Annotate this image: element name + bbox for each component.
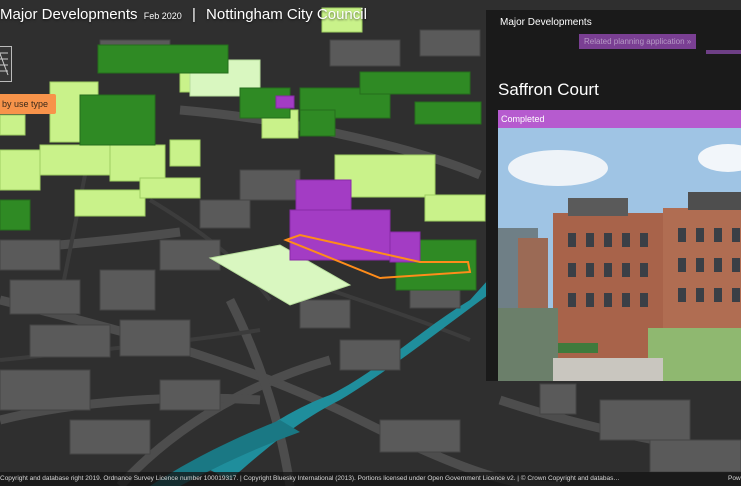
title-separator: | bbox=[191, 6, 196, 23]
status-badge: Completed bbox=[498, 110, 741, 128]
layers-icon[interactable] bbox=[0, 46, 12, 82]
page-title: Major Developments Feb 2020 | Nottingham… bbox=[0, 6, 367, 23]
council-name: Nottingham City Council bbox=[206, 6, 367, 23]
development-info-panel: Major Developments Related planning appl… bbox=[486, 10, 741, 381]
by-use-type-button[interactable]: by use type bbox=[0, 94, 57, 114]
related-planning-application-button[interactable]: Related planning application » bbox=[579, 34, 697, 49]
title-date: Feb 2020 bbox=[143, 11, 182, 21]
map-attribution-footer: Copyright and database right 2019. Ordna… bbox=[0, 472, 741, 486]
development-name: Saffron Court bbox=[498, 80, 599, 99]
panel-title: Major Developments bbox=[500, 17, 592, 28]
development-photo bbox=[498, 128, 741, 381]
app-title: Major Developments bbox=[0, 6, 138, 23]
panel-accent-bar bbox=[706, 50, 741, 54]
app-stage: Major Developments Feb 2020 | Nottingham… bbox=[0, 0, 741, 486]
attribution-text: Copyright and database right 2019. Ordna… bbox=[0, 475, 620, 482]
powered-by-link[interactable]: Pow bbox=[728, 472, 741, 486]
